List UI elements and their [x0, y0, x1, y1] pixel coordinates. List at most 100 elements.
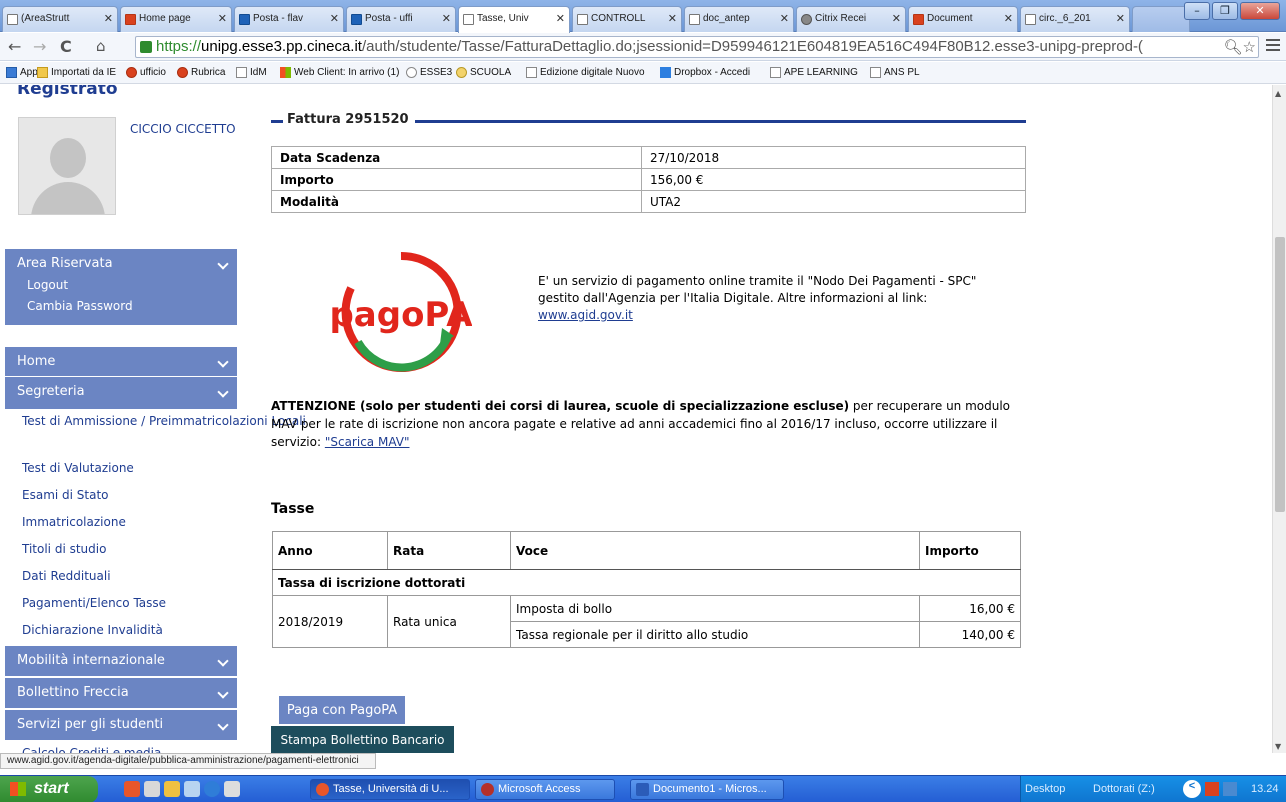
close-window-icon[interactable]: ✕: [1240, 2, 1280, 20]
sidebar-item-test-ammissione[interactable]: Test di Ammissione / Preimmatricolazioni…: [22, 413, 306, 430]
close-tab-icon[interactable]: ✕: [1004, 12, 1013, 25]
bookmarks-bar: App Importati da IE ufficio Rubrica IdM …: [0, 62, 1286, 84]
sidebar-item-invalidita[interactable]: Dichiarazione Invalidità: [22, 617, 163, 644]
bookmark-importati[interactable]: Importati da IE: [37, 67, 116, 78]
bookmark-ufficio[interactable]: ufficio: [126, 67, 166, 78]
bookmark-esse3[interactable]: ESSE3: [406, 67, 452, 78]
bookmark-edizione[interactable]: Edizione digitale Nuovo: [526, 67, 645, 78]
paga-pagopa-button[interactable]: Paga con PagoPA: [279, 696, 405, 724]
stampa-bollettino-button[interactable]: Stampa Bollettino Bancario: [271, 726, 454, 753]
windows-taskbar: start Tasse, Università di U... Microsof…: [0, 775, 1286, 802]
start-button[interactable]: start: [0, 776, 98, 802]
bookmark-anspl[interactable]: ANS PL: [870, 67, 920, 78]
close-tab-icon[interactable]: ✕: [442, 12, 451, 25]
close-tab-icon[interactable]: ✕: [556, 12, 565, 25]
page-icon: [236, 67, 247, 78]
dropbox-icon: [660, 67, 671, 78]
bookmark-dropbox[interactable]: Dropbox - Accedi: [660, 67, 750, 78]
servizi-menu-header[interactable]: Servizi per gli studenti: [5, 710, 237, 740]
restore-icon[interactable]: ❐: [1212, 2, 1238, 20]
tab-posta-uffi[interactable]: Posta - uffi ✕: [346, 6, 456, 32]
chrome-icon: [316, 783, 329, 796]
new-tab-button[interactable]: [1132, 6, 1190, 32]
scuola-icon: [456, 67, 467, 78]
url-field[interactable]: https://unipg.esse3.pp.cineca.it/auth/st…: [135, 36, 1259, 58]
sidebar-item-test-valutazione[interactable]: Test di Valutazione: [22, 455, 134, 482]
sidebar-item-calcolo-crediti[interactable]: Calcolo Crediti e media: [22, 740, 161, 753]
drive-toolbar[interactable]: Dottorati (Z:): [1093, 783, 1155, 795]
app-icon[interactable]: [184, 781, 200, 797]
back-icon[interactable]: ←: [8, 37, 21, 56]
tab-controll[interactable]: CONTROLL ✕: [572, 6, 682, 32]
page-icon: [463, 14, 474, 25]
tab-citrix[interactable]: Citrix Recei ✕: [796, 6, 906, 32]
chevron-down-icon: [217, 719, 229, 731]
page-icon: [1025, 14, 1036, 25]
taskbar-item-chrome[interactable]: Tasse, Università di U...: [310, 779, 470, 800]
chevron-left-icon[interactable]: <: [1183, 780, 1201, 798]
bank-icon[interactable]: [224, 781, 240, 797]
tab-circ[interactable]: circ._6_201 ✕: [1020, 6, 1130, 32]
tab-posta-flav[interactable]: Posta - flav ✕: [234, 6, 344, 32]
close-tab-icon[interactable]: ✕: [780, 12, 789, 25]
zoom-star-icons[interactable]: 🔍︎☆: [1221, 38, 1256, 56]
access-icon: [481, 783, 494, 796]
close-tab-icon[interactable]: ✕: [892, 12, 901, 25]
forward-icon[interactable]: →: [33, 37, 46, 56]
taskbar-item-access[interactable]: Microsoft Access: [475, 779, 615, 800]
menu-icon[interactable]: [1266, 39, 1280, 51]
close-tab-icon[interactable]: ✕: [1116, 12, 1125, 25]
sidebar-item-titoli-studio[interactable]: Titoli di studio: [22, 536, 106, 563]
cambia-password-link[interactable]: Cambia Password: [5, 296, 237, 317]
sidebar-item-dati-reddituali[interactable]: Dati Reddituali: [22, 563, 111, 590]
mobilita-menu-header[interactable]: Mobilità internazionale: [5, 646, 237, 676]
scrollbar-thumb[interactable]: [1275, 237, 1285, 512]
tab-home-page[interactable]: Home page ✕: [120, 6, 232, 32]
notepad-icon[interactable]: [144, 781, 160, 797]
table-row: 2018/2019 Rata unica Imposta di bollo 16…: [272, 595, 1021, 648]
sidebar-item-pagamenti[interactable]: Pagamenti/Elenco Tasse: [22, 590, 166, 617]
tab-tasse-active[interactable]: Tasse, Univ ✕: [458, 6, 570, 33]
home-menu-header[interactable]: Home: [5, 347, 237, 377]
bookmark-app[interactable]: App: [6, 67, 38, 78]
office-icon: [177, 67, 188, 78]
tab-document[interactable]: Document ✕: [908, 6, 1018, 32]
scarica-mav-link[interactable]: "Scarica MAV": [325, 435, 410, 449]
invoice-table: Data Scadenza 27/10/2018 Importo 156,00 € …: [271, 146, 1026, 213]
close-tab-icon[interactable]: ✕: [218, 12, 227, 25]
bookmark-scuola[interactable]: SCUOLA: [456, 67, 511, 78]
close-tab-icon[interactable]: ✕: [104, 12, 113, 25]
bookmark-idm[interactable]: IdM: [236, 67, 267, 78]
scroll-down-icon[interactable]: ▼: [1275, 742, 1281, 751]
bollettino-menu-header[interactable]: Bollettino Freccia: [5, 678, 237, 708]
app-icon[interactable]: [164, 781, 180, 797]
segreteria-menu-header[interactable]: Segreteria: [5, 377, 237, 407]
tab-areastrutt[interactable]: (AreaStrutt ✕: [2, 6, 118, 32]
close-tab-icon[interactable]: ✕: [668, 12, 677, 25]
reload-icon[interactable]: C: [60, 37, 72, 56]
bookmark-rubrica[interactable]: Rubrica: [177, 67, 225, 78]
tray-icon[interactable]: [1205, 782, 1219, 796]
scroll-up-icon[interactable]: ▲: [1275, 89, 1281, 98]
pagopa-description: E' un servizio di pagamento online trami…: [538, 274, 977, 322]
page-content: Registrato CICCIO CICCETTO Area Riservat…: [0, 85, 1272, 753]
tasse-table: Anno Rata Voce Importo Tassa di iscrizio…: [272, 531, 1021, 648]
bookmark-ape[interactable]: APE LEARNING: [770, 67, 858, 78]
minimize-icon[interactable]: –: [1184, 2, 1210, 20]
agid-link[interactable]: www.agid.gov.it: [538, 308, 633, 322]
vertical-scrollbar[interactable]: ▲ ▼: [1272, 85, 1286, 753]
network-icon[interactable]: [1223, 782, 1237, 796]
tab-doc-antep[interactable]: doc_antep ✕: [684, 6, 794, 32]
desktop-toolbar[interactable]: Desktop: [1025, 783, 1065, 795]
bookmark-webclient[interactable]: Web Client: In arrivo (1): [280, 67, 399, 78]
ie-icon[interactable]: [204, 781, 220, 797]
sidebar-item-immatricolazione[interactable]: Immatricolazione: [22, 509, 126, 536]
close-tab-icon[interactable]: ✕: [330, 12, 339, 25]
sidebar-item-esami-stato[interactable]: Esami di Stato: [22, 482, 109, 509]
taskbar-item-word[interactable]: Documento1 - Micros...: [630, 779, 784, 800]
area-riservata-header[interactable]: Area Riservata: [5, 249, 237, 279]
chevron-down-icon: [217, 386, 229, 398]
chrome-icon[interactable]: [124, 781, 140, 797]
home-icon[interactable]: ⌂: [96, 37, 106, 55]
clock: 13.24: [1251, 783, 1279, 795]
